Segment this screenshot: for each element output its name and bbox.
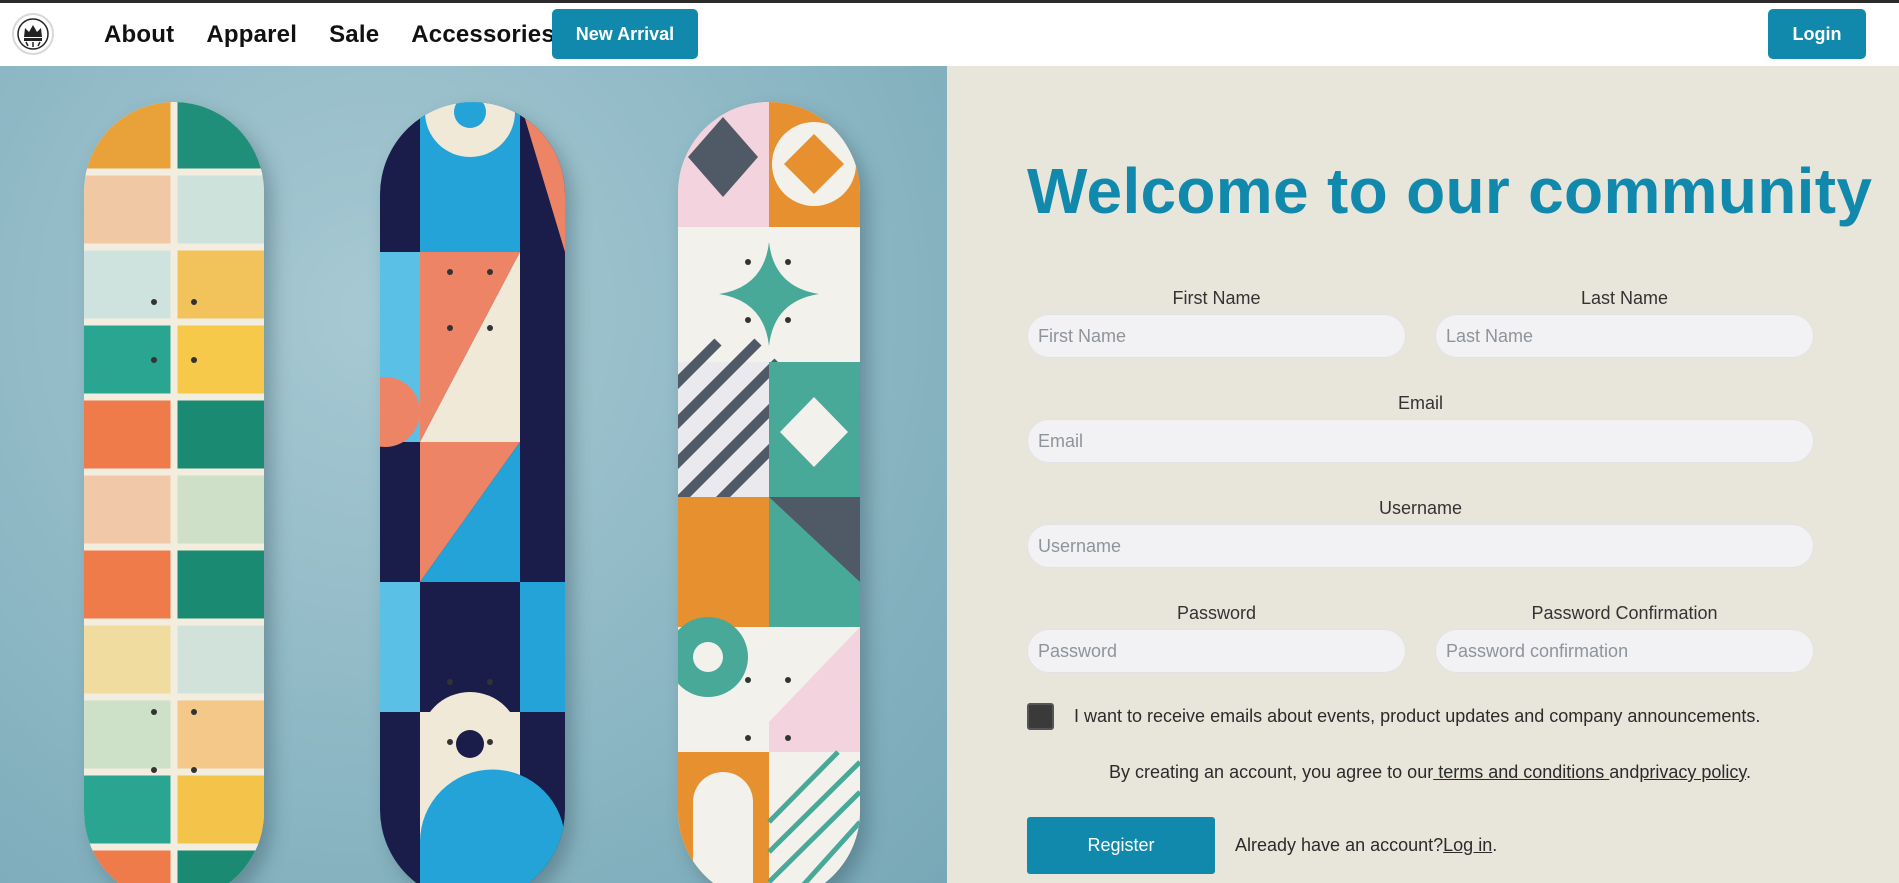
email-opt-in-label: I want to receive emails about events, p…	[1074, 706, 1761, 726]
skateboard-deck-left	[84, 102, 264, 883]
register-panel: Welcome to our community First Name Last…	[947, 66, 1899, 883]
first-name-group: First Name	[1027, 286, 1406, 358]
agreement-suffix: .	[1746, 762, 1752, 782]
skateboard-deck-middle	[380, 102, 565, 883]
last-name-group: Last Name	[1435, 286, 1814, 358]
nav-link-about[interactable]: About	[104, 21, 174, 49]
hero-skateboards-image	[0, 66, 947, 883]
email-opt-in-row: I want to receive emails about events, p…	[1027, 703, 1760, 730]
new-arrival-button[interactable]: New Arrival	[552, 9, 698, 59]
navbar: About Apparel Sale Accessories New Arriv…	[0, 3, 1899, 66]
agreement-prefix: By creating an account, you agree to our	[1109, 762, 1434, 782]
password-confirmation-input[interactable]	[1435, 629, 1814, 673]
password-confirmation-label: Password Confirmation	[1531, 603, 1718, 623]
already-have-account: Already have an account?Log in.	[1235, 835, 1497, 856]
privacy-policy-link[interactable]: privacy policy	[1639, 762, 1746, 782]
first-name-input[interactable]	[1027, 314, 1406, 358]
last-name-label: Last Name	[1580, 288, 1669, 308]
password-confirmation-group: Password Confirmation	[1435, 601, 1814, 673]
password-label: Password	[1176, 603, 1257, 623]
password-group: Password	[1027, 601, 1406, 673]
nav-link-sale[interactable]: Sale	[329, 21, 379, 49]
first-name-label: First Name	[1172, 288, 1261, 308]
log-in-link[interactable]: Log in	[1443, 835, 1492, 855]
nav-link-apparel[interactable]: Apparel	[206, 21, 297, 49]
crown-logo-icon[interactable]	[12, 13, 54, 55]
login-button[interactable]: Login	[1768, 9, 1866, 59]
agreement-text: By creating an account, you agree to our…	[1109, 762, 1751, 783]
already-text: Already have an account?	[1235, 835, 1444, 855]
agreement-middle: and	[1609, 762, 1640, 782]
password-input[interactable]	[1027, 629, 1406, 673]
last-name-input[interactable]	[1435, 314, 1814, 358]
email-opt-in-checkbox[interactable]	[1027, 703, 1054, 730]
nav-link-accessories[interactable]: Accessories	[411, 21, 555, 49]
skateboard-deck-right	[678, 102, 860, 883]
register-button[interactable]: Register	[1027, 817, 1215, 874]
username-label: Username	[1378, 498, 1463, 518]
terms-link[interactable]: terms and conditions	[1433, 762, 1609, 782]
already-suffix: .	[1492, 835, 1498, 855]
username-input[interactable]	[1027, 524, 1814, 568]
page-title: Welcome to our community	[1027, 155, 1873, 227]
username-group: Username	[1027, 496, 1814, 568]
email-group: Email	[1027, 391, 1814, 463]
email-input[interactable]	[1027, 419, 1814, 463]
nav-links: About Apparel Sale Accessories	[104, 3, 587, 66]
email-label: Email	[1397, 393, 1443, 413]
